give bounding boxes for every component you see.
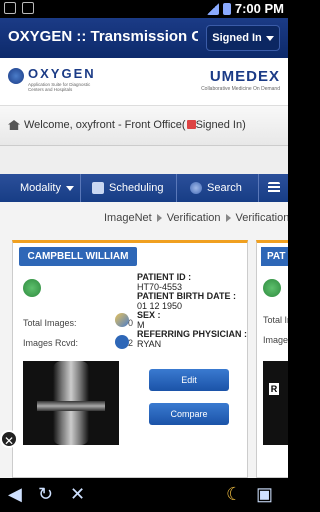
logo-band: OXYGEN Application Suite for Diagnostic …: [0, 58, 288, 106]
nav-divider: [80, 174, 81, 202]
welcome-bar: Welcome, oxyfront - Front Office( Signed …: [0, 106, 288, 146]
search-icon: [190, 182, 202, 194]
patient-details: PATIENT ID : HT70-4553 PATIENT BIRTH DAT…: [137, 272, 247, 349]
refresh-page-icon[interactable]: ↻: [38, 484, 53, 505]
signal-icon: [206, 2, 219, 15]
chevron-right-icon: [156, 214, 162, 222]
nav-divider: [258, 174, 259, 202]
app-logo-icon[interactable]: ☾: [226, 484, 242, 505]
welcome-message: Welcome, oxyfront - Front Office(: [24, 119, 186, 131]
status-bar: 7:00 PM: [0, 0, 288, 18]
oxygen-tagline: Application Suite for Diagnostic Centers…: [28, 82, 91, 92]
image-icon: [22, 2, 34, 14]
patient-card: PAT Total Images: Images Rcvd: R: [256, 240, 288, 478]
spacer: [0, 146, 288, 174]
bottom-toolbar: ◀ ↻ ✕ ☾ ▣: [0, 478, 288, 512]
nav-modality[interactable]: Modality: [20, 174, 74, 202]
referring-physician-value: RYAN: [137, 338, 162, 349]
patient-card: CAMPBELL WILLIAM Total Images: 0 Images …: [12, 240, 248, 478]
verify-icon[interactable]: [115, 313, 129, 327]
patient-name-header[interactable]: PAT: [261, 247, 288, 266]
main-content: OXYGEN Application Suite for Diagnostic …: [0, 58, 288, 478]
breadcrumb-item[interactable]: ImageNet: [104, 212, 152, 224]
nav-divider: [176, 174, 177, 202]
compare-button[interactable]: Compare: [149, 403, 229, 425]
usb-icon: [4, 2, 16, 14]
camera-icon[interactable]: ▣: [256, 484, 273, 505]
refresh-icon[interactable]: [263, 279, 281, 297]
nav-scheduling-label: Scheduling: [109, 182, 164, 194]
nav-scheduling[interactable]: Scheduling: [92, 174, 163, 202]
nav-bar: Modality Scheduling Search: [0, 174, 288, 202]
chevron-right-icon: [225, 214, 231, 222]
edit-button[interactable]: Edit: [149, 369, 229, 391]
signed-in-button[interactable]: Signed In: [206, 25, 280, 51]
oxygen-logo-icon: [8, 68, 24, 84]
breadcrumb-item[interactable]: Verification: [167, 212, 221, 224]
xray-thumbnail[interactable]: R: [263, 361, 288, 445]
nav-search-label: Search: [207, 182, 242, 194]
signed-in-label: Signed In: [212, 32, 262, 44]
list-icon: [268, 182, 280, 194]
refresh-icon[interactable]: [23, 279, 41, 297]
chevron-down-icon: [65, 185, 74, 191]
welcome-text: Welcome, oxyfront - Front Office( Signed …: [24, 119, 246, 131]
breadcrumb-item[interactable]: Verification: [236, 212, 288, 224]
info-icon[interactable]: [115, 335, 129, 349]
total-images-label: Total Images:: [23, 318, 77, 328]
xray-image-detail: [37, 401, 105, 411]
close-icon[interactable]: ✕: [70, 484, 85, 505]
app-title: OXYGEN :: Transmission C...: [8, 28, 198, 45]
nav-modality-label: Modality: [20, 182, 61, 194]
battery-icon: [222, 2, 231, 15]
total-images-label: Total Images:: [263, 315, 288, 325]
breadcrumb: ImageNet Verification Verification: [0, 204, 288, 230]
chevron-down-icon: [265, 35, 274, 41]
oxygen-logo: OXYGEN: [28, 66, 96, 81]
nav-search[interactable]: Search: [190, 174, 242, 202]
welcome-status: Signed In): [195, 119, 246, 131]
xray-thumbnail[interactable]: [23, 361, 119, 445]
patient-name-header[interactable]: CAMPBELL WILLIAM: [19, 247, 137, 266]
scheduling-icon: [92, 182, 104, 194]
nav-more[interactable]: [268, 174, 280, 202]
clock: 7:00 PM: [234, 1, 284, 16]
images-rcvd-label: Images Rcvd:: [263, 335, 288, 345]
signed-in-icon: [186, 120, 196, 129]
sex-label: SEX :: [137, 310, 161, 320]
umedex-logo: UMEDEX: [209, 68, 280, 85]
close-icon[interactable]: ✕: [0, 430, 18, 448]
back-icon[interactable]: ◀: [8, 484, 22, 505]
home-icon[interactable]: [8, 120, 20, 130]
images-rcvd-label: Images Rcvd:: [23, 338, 79, 348]
umedex-tagline: Collaborative Medicine On Demand: [201, 86, 280, 92]
app-titlebar: OXYGEN :: Transmission C... Signed In: [0, 18, 288, 58]
xray-marker: R: [269, 383, 279, 395]
